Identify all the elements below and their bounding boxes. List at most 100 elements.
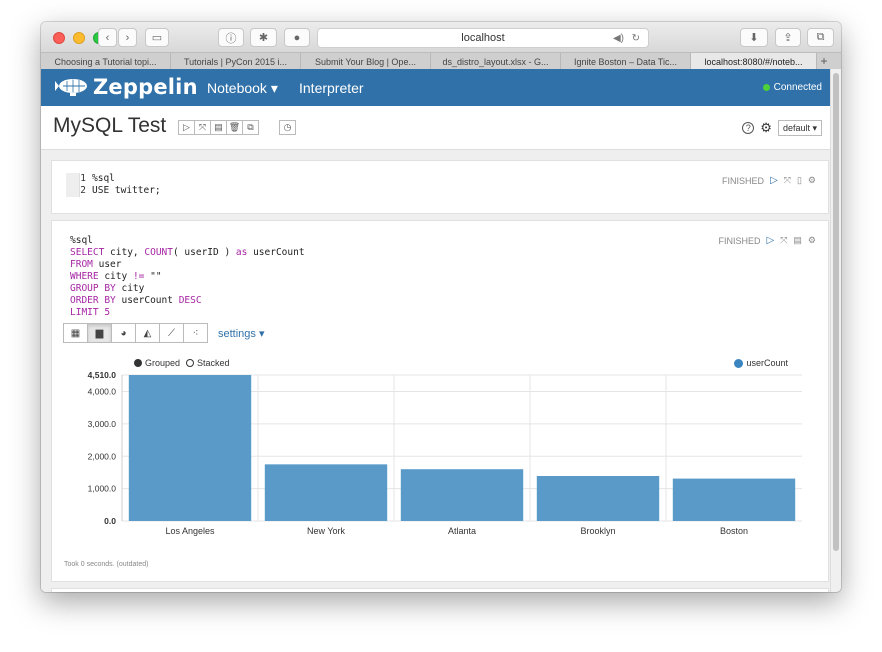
chart-bar[interactable]: [264, 464, 388, 521]
header-right: ? ⚙ default ▾: [742, 120, 822, 136]
code-editor[interactable]: 1 %sql 2 USE twitter;: [66, 173, 161, 197]
share-icon[interactable]: ⇪: [775, 28, 801, 47]
bar-chart-icon[interactable]: ▆: [87, 323, 112, 343]
toggle-output-icon[interactable]: ▤: [793, 235, 802, 246]
tab-label: localhost:8080/#/noteb...: [704, 56, 803, 67]
area-chart-icon[interactable]: ◭: [135, 323, 160, 343]
chart-bar[interactable]: [672, 478, 796, 521]
pie-chart-icon[interactable]: ◕: [111, 323, 136, 343]
y-tick-label: 2,000.0: [88, 451, 117, 461]
expand-icon[interactable]: ⤧: [784, 175, 791, 186]
chart-bar[interactable]: [128, 375, 252, 521]
notebook-header: MySQL Test ▷ ⤧ ▤ 🗑 ⧉ ◷ ? ⚙ default ▾: [41, 106, 830, 150]
scrollbar[interactable]: [830, 69, 841, 592]
y-tick-label: 4,000.0: [88, 387, 117, 397]
gear-icon[interactable]: ⚙: [760, 120, 772, 136]
notebook-menu[interactable]: Notebook ▾: [207, 80, 278, 97]
run-all-icon[interactable]: ▷: [178, 120, 195, 135]
browser-tab[interactable]: Tutorials | PyCon 2015 i...: [171, 53, 301, 70]
bar-chart: 0.0 1,000.0 2,000.0 3,000.0 4,000.0 4,510.0 Lo…: [88, 371, 802, 536]
tab-label: ds_distro_layout.xlsx - G...: [442, 56, 549, 67]
radio-on-icon: [134, 359, 142, 367]
x-tick-label: New York: [307, 526, 346, 536]
grouped-label: Grouped: [145, 358, 181, 368]
info-icon[interactable]: ⓘ: [218, 28, 244, 47]
paragraph-settings-icon[interactable]: ⚙: [808, 175, 816, 186]
y-tick-label: 4,510.0: [88, 371, 117, 380]
x-tick-label: Atlanta: [448, 526, 476, 536]
browser-tab-active[interactable]: localhost:8080/#/noteb...: [691, 53, 817, 70]
paragraph-3: [51, 588, 829, 592]
x-tick-label: Los Angeles: [165, 526, 215, 536]
tab-label: Ignite Boston – Data Tic...: [573, 56, 678, 67]
browser-tab[interactable]: ds_distro_layout.xlsx - G...: [431, 53, 561, 70]
close-window-button[interactable]: [53, 32, 65, 44]
connected-dot-icon: [762, 84, 770, 91]
toggle-output-icon[interactable]: ▯: [797, 175, 802, 186]
run-paragraph-icon[interactable]: ▷: [770, 175, 778, 186]
new-tab-button[interactable]: +: [817, 53, 831, 69]
run-info: Took 0 seconds. (outdated): [64, 561, 149, 568]
clone-notebook-icon[interactable]: ⧉: [242, 120, 259, 135]
clear-output-icon[interactable]: 🗑: [226, 120, 243, 135]
tab-bar: Choosing a Tutorial topi... Tutorials | …: [41, 52, 841, 70]
notebook-actions: ▷ ⤧ ▤ 🗑 ⧉ ◷: [178, 120, 296, 135]
paragraph-settings-icon[interactable]: ⚙: [808, 235, 816, 246]
forward-button[interactable]: ›: [118, 28, 137, 47]
browser-tab[interactable]: Ignite Boston – Data Tic...: [561, 53, 691, 70]
paragraph-2: %sql SELECT city, COUNT( userID ) as use…: [51, 220, 829, 582]
tabs-overview-icon[interactable]: ⧉: [807, 28, 834, 47]
run-paragraph-icon[interactable]: ▷: [767, 235, 775, 246]
sidebar-icon[interactable]: ▭: [145, 28, 169, 47]
radio-off-icon: [186, 359, 195, 367]
minimize-window-button[interactable]: [73, 32, 85, 44]
tab-label: Tutorials | PyCon 2015 i...: [183, 56, 288, 67]
paragraph-controls: FINISHED ▷ ⤧ ▤ ⚙: [712, 235, 816, 246]
chart-legend[interactable]: userCount: [734, 358, 788, 368]
table-view-icon[interactable]: ▦: [63, 323, 88, 343]
privacy-icon[interactable]: ●: [284, 28, 310, 47]
toggle-output-icon[interactable]: ▤: [210, 120, 227, 135]
code-line: 1 %sql: [66, 173, 161, 185]
line-chart-icon[interactable]: ⟋: [159, 323, 184, 343]
download-icon[interactable]: ⬇: [740, 28, 768, 47]
scrollbar-thumb[interactable]: [833, 73, 839, 551]
address-bar[interactable]: localhost ◀) ↻: [317, 28, 649, 48]
bug-icon[interactable]: ✱: [250, 28, 277, 47]
audio-icon[interactable]: ◀): [613, 33, 624, 44]
scatter-chart-icon[interactable]: ⁖: [183, 323, 208, 343]
y-tick-label: 0.0: [104, 516, 116, 526]
logo-text: Zeppelin: [93, 75, 198, 99]
browser-tab[interactable]: Choosing a Tutorial topi...: [41, 53, 171, 70]
zeppelin-logo[interactable]: Zeppelin: [55, 74, 198, 100]
chart-bar[interactable]: [400, 469, 524, 521]
visualization-toolbar: ▦ ▆ ◕ ◭ ⟋ ⁖ settings ▾: [63, 323, 265, 343]
help-icon[interactable]: ?: [742, 122, 755, 134]
code-editor[interactable]: %sql SELECT city, COUNT( userID ) as use…: [70, 235, 305, 319]
code-line: 2 USE twitter;: [66, 185, 160, 197]
line-code: %sql: [92, 173, 115, 184]
schedule-clock-icon[interactable]: ◷: [279, 120, 296, 135]
interpreter-menu[interactable]: Interpreter: [299, 80, 364, 96]
chart-mode-toggle: Grouped Stacked: [134, 358, 236, 368]
browser-window: ‹ › ▭ ⓘ ✱ ● localhost ◀) ↻ ⬇ ⇪ ⧉ Choosin…: [41, 22, 841, 592]
toggle-editor-icon[interactable]: ⤧: [194, 120, 211, 135]
page-title: MySQL Test: [53, 114, 167, 137]
stacked-label: Stacked: [197, 358, 230, 368]
y-tick-label: 1,000.0: [88, 484, 117, 494]
expand-icon[interactable]: ⤧: [780, 235, 787, 246]
legend-dot-icon: [734, 358, 744, 368]
default-dropdown[interactable]: default ▾: [777, 120, 822, 136]
connection-status: Connected: [762, 82, 822, 93]
grouped-radio[interactable]: Grouped: [134, 358, 180, 368]
back-button[interactable]: ‹: [98, 28, 117, 47]
reload-icon[interactable]: ↻: [632, 33, 640, 44]
settings-toggle[interactable]: settings ▾: [218, 327, 265, 340]
zeppelin-icon: [55, 79, 87, 96]
browser-tab[interactable]: Submit Your Blog | Ope...: [301, 53, 431, 70]
chart-bar[interactable]: [536, 476, 660, 521]
browser-toolbar: ‹ › ▭ ⓘ ✱ ● localhost ◀) ↻ ⬇ ⇪ ⧉: [41, 22, 841, 52]
tab-label: Submit Your Blog | Ope...: [315, 56, 416, 67]
status-text: Connected: [773, 82, 822, 93]
stacked-radio[interactable]: Stacked: [186, 358, 230, 368]
